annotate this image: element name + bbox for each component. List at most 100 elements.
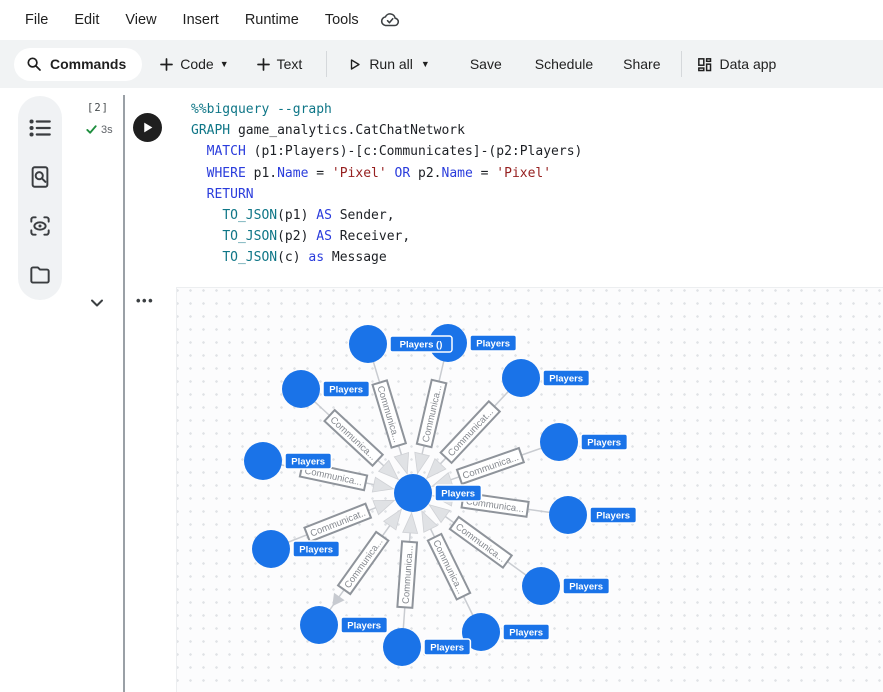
output-options-button[interactable]: ••• xyxy=(136,293,154,308)
edge-label: Communicat.. xyxy=(304,504,371,542)
node-label-badge: Players xyxy=(435,485,481,501)
graph-node[interactable] xyxy=(383,628,421,666)
graph-node[interactable] xyxy=(394,474,432,512)
svg-text:Players: Players xyxy=(549,374,583,385)
node-label-badge: Players xyxy=(590,507,636,523)
edge-label: Communica... xyxy=(417,380,446,447)
add-text-label: Text xyxy=(277,56,303,72)
node-label-badge: Players xyxy=(563,578,609,594)
commands-search[interactable]: Commands xyxy=(14,48,142,81)
find-in-document-icon[interactable] xyxy=(27,164,53,190)
code-editor[interactable]: %%bigquery --graphGRAPH game_analytics.C… xyxy=(191,99,582,269)
code-line: %%bigquery --graph xyxy=(191,99,582,120)
edge-arrowhead xyxy=(372,477,393,492)
code-line: TO_JSON(c) as Message xyxy=(191,247,582,268)
commands-label: Commands xyxy=(50,56,126,72)
edge-label: Communica... xyxy=(373,380,406,447)
toolbar: Commands Code ▼ Text Run all ▼ Save Sche… xyxy=(0,40,883,88)
svg-text:Players: Players xyxy=(329,385,363,396)
svg-text:Players: Players xyxy=(347,621,381,632)
left-sidebar xyxy=(0,88,75,692)
edge-arrowhead xyxy=(403,513,418,534)
add-code-label: Code xyxy=(180,56,213,72)
node-label-badge: Players xyxy=(285,453,331,469)
toolbar-divider xyxy=(681,51,682,77)
svg-text:Communica...: Communica... xyxy=(328,415,378,463)
menu-item-tools[interactable]: Tools xyxy=(325,12,359,28)
code-line: WHERE p1.Name = 'Pixel' OR p2.Name = 'Pi… xyxy=(191,163,582,184)
collapse-output-chevron-icon[interactable] xyxy=(88,294,106,312)
menu-item-view[interactable]: View xyxy=(125,12,156,28)
plus-icon xyxy=(160,58,173,71)
graph-node[interactable] xyxy=(252,530,290,568)
edge-label: Communica... xyxy=(457,448,524,484)
graph-node[interactable] xyxy=(502,359,540,397)
svg-text:Players: Players xyxy=(587,438,621,449)
svg-text:Communicat...: Communicat... xyxy=(446,407,496,459)
add-text-button[interactable]: Text xyxy=(257,56,303,72)
svg-text:Players (): Players () xyxy=(400,340,443,351)
search-icon xyxy=(26,56,42,72)
check-icon xyxy=(85,123,98,136)
menu-item-runtime[interactable]: Runtime xyxy=(245,12,299,28)
edge-arrowhead xyxy=(394,453,408,474)
graph-visualization: Communica...Communica...Communicat...Com… xyxy=(177,288,883,692)
code-line: MATCH (p1:Players)-[c:Communicates]-(p2:… xyxy=(191,141,582,162)
code-line: RETURN xyxy=(191,184,582,205)
menu-item-file[interactable]: File xyxy=(25,12,48,28)
colab-notebook-window: File Edit View Insert Runtime Tools Comm… xyxy=(0,0,883,692)
graph-node[interactable] xyxy=(282,370,320,408)
menu-item-edit[interactable]: Edit xyxy=(74,12,99,28)
play-icon xyxy=(141,121,154,134)
play-outline-icon xyxy=(347,57,362,72)
svg-text:Players: Players xyxy=(441,489,475,500)
data-app-label: Data app xyxy=(720,56,777,72)
svg-text:Players: Players xyxy=(430,643,464,654)
edge-label: Communica... xyxy=(338,532,388,594)
edge-arrowhead xyxy=(429,505,450,523)
edge-arrowhead xyxy=(373,500,394,514)
node-label-badge: Players xyxy=(581,434,627,450)
svg-text:Players: Players xyxy=(569,582,603,593)
share-button[interactable]: Share xyxy=(623,56,660,72)
graph-node[interactable] xyxy=(540,423,578,461)
run-all-caret-icon[interactable]: ▼ xyxy=(421,60,430,69)
execution-time: 3s xyxy=(101,124,113,136)
graph-node[interactable] xyxy=(300,606,338,644)
add-code-button[interactable]: Code xyxy=(160,56,213,72)
edge-label: Communica... xyxy=(428,534,470,600)
table-of-contents-icon[interactable] xyxy=(27,115,53,141)
svg-text:Players: Players xyxy=(299,545,333,556)
eye-scan-icon[interactable] xyxy=(27,213,53,239)
execution-status: 3s xyxy=(85,123,113,136)
svg-text:Players: Players xyxy=(596,511,630,522)
menu-item-insert[interactable]: Insert xyxy=(183,12,219,28)
run-all-label: Run all xyxy=(369,56,413,72)
code-line: TO_JSON(p2) AS Receiver, xyxy=(191,226,582,247)
schedule-button[interactable]: Schedule xyxy=(535,56,593,72)
node-label-badge: Players xyxy=(293,541,339,557)
run-all-button[interactable]: Run all xyxy=(347,56,413,72)
add-code-caret-icon[interactable]: ▼ xyxy=(220,60,229,69)
edge-label: Communica... xyxy=(450,517,512,568)
graph-node[interactable] xyxy=(349,325,387,363)
svg-text:Communica...: Communica... xyxy=(453,521,507,564)
files-folder-icon[interactable] xyxy=(27,262,53,288)
edge-label: Communicat... xyxy=(441,401,500,463)
edge-arrowhead xyxy=(415,452,430,473)
data-app-button[interactable]: Data app xyxy=(696,56,777,73)
node-label-badge: Players xyxy=(341,617,387,633)
graph-output-canvas[interactable]: Communica...Communica...Communicat...Com… xyxy=(176,287,883,692)
graph-node[interactable] xyxy=(522,567,560,605)
node-label-badge: Players xyxy=(323,381,369,397)
code-line: GRAPH game_analytics.CatChatNetwork xyxy=(191,120,582,141)
code-line: TO_JSON(p1) AS Sender, xyxy=(191,205,582,226)
cloud-done-icon xyxy=(379,9,401,31)
graph-node[interactable] xyxy=(244,442,282,480)
toolbar-divider xyxy=(326,51,327,77)
run-cell-button[interactable] xyxy=(133,113,162,142)
graph-node[interactable] xyxy=(549,496,587,534)
node-label-badge: Players xyxy=(543,370,589,386)
execution-count: [2] xyxy=(87,102,109,114)
save-button[interactable]: Save xyxy=(470,56,502,72)
